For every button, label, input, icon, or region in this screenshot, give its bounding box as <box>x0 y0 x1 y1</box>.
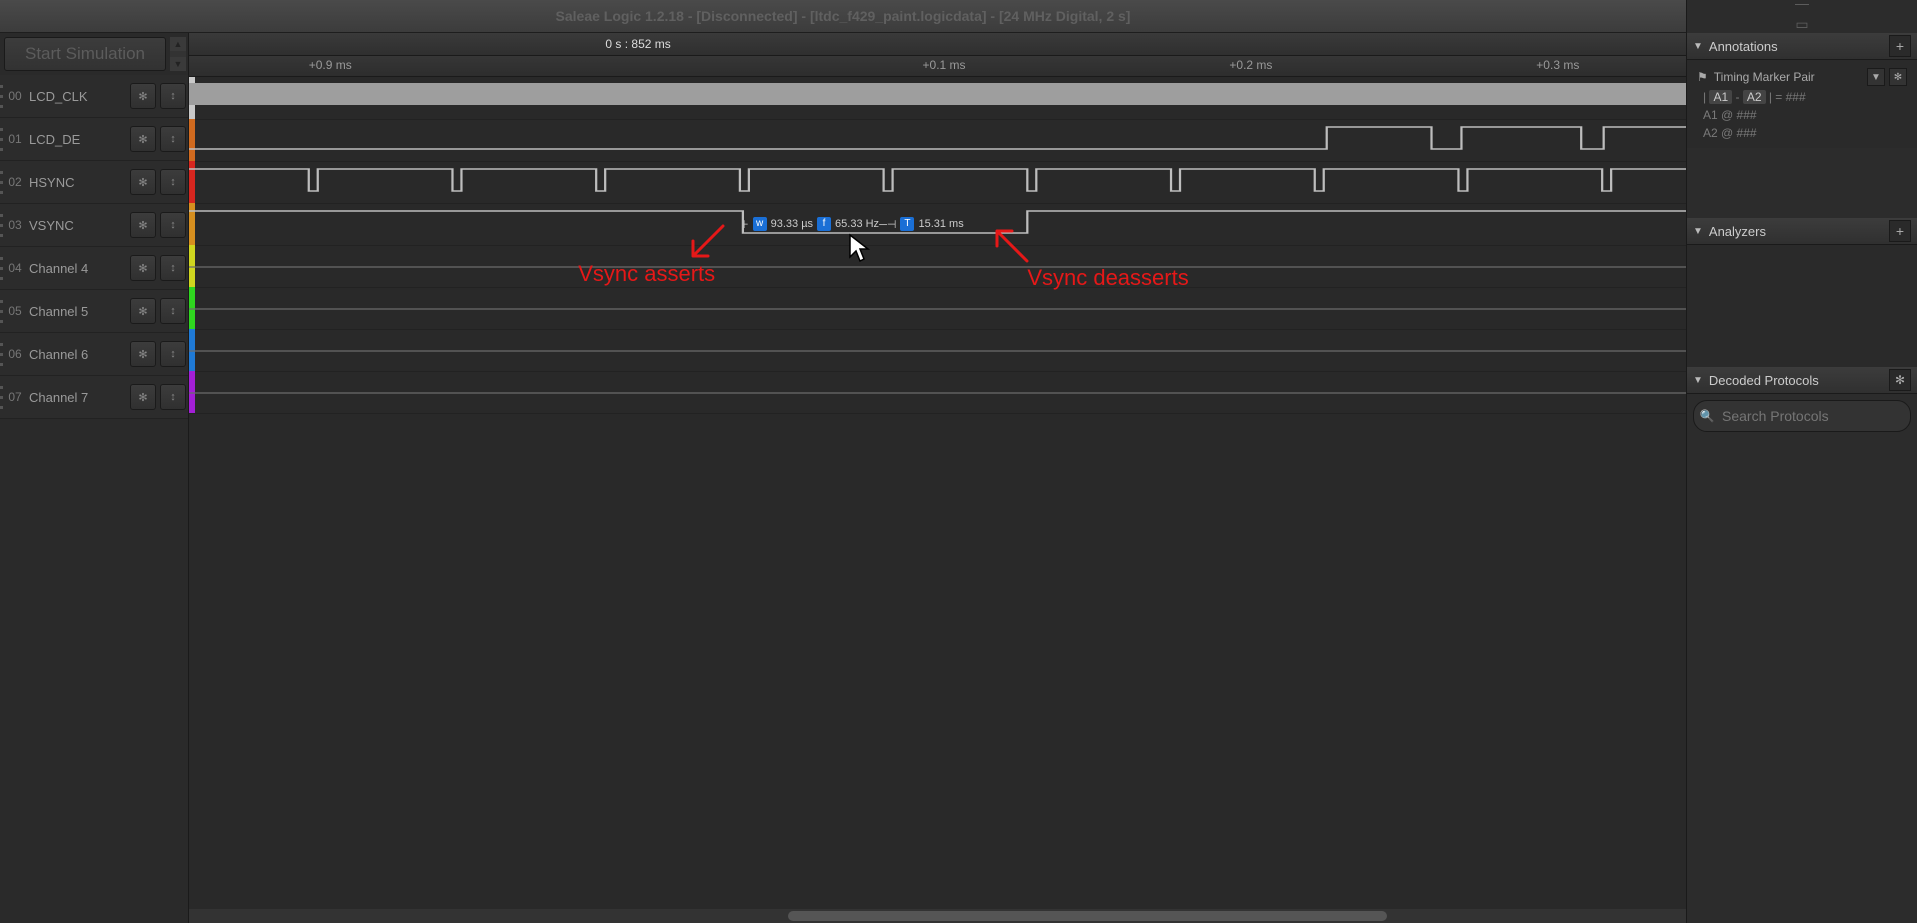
channel-index: 07 <box>3 390 25 404</box>
annotation-vsync-asserts: Vsync asserts <box>578 261 715 287</box>
channel-row[interactable]: 03VSYNC✻↕ <box>0 204 188 247</box>
minimize-button[interactable]: — <box>1788 0 1816 14</box>
channel-index: 05 <box>3 304 25 318</box>
expand-icon[interactable]: ▼ <box>1867 68 1885 86</box>
channel-settings-button[interactable]: ✻ <box>130 212 156 238</box>
channel-settings-button[interactable]: ✻ <box>130 255 156 281</box>
waveform-row[interactable] <box>189 371 1686 414</box>
add-analyzer-button[interactable]: + <box>1889 220 1911 242</box>
channel-label: LCD_DE <box>25 132 128 147</box>
protocol-search[interactable]: 🔍 <box>1693 400 1911 432</box>
channel-label: Channel 4 <box>25 261 128 276</box>
waveform-row[interactable] <box>189 77 1686 120</box>
channel-trigger-button[interactable]: ↕ <box>160 126 186 152</box>
channel-trigger-button[interactable]: ↕ <box>160 212 186 238</box>
channel-settings-button[interactable]: ✻ <box>130 126 156 152</box>
channel-index: 01 <box>3 132 25 146</box>
channel-panel: Start Simulation ▲▼ 00LCD_CLK✻↕01LCD_DE✻… <box>0 33 189 923</box>
channel-index: 06 <box>3 347 25 361</box>
analyzers-header[interactable]: ▼ Analyzers + <box>1687 218 1917 245</box>
channel-row[interactable]: 02HSYNC✻↕ <box>0 161 188 204</box>
channel-label: Channel 7 <box>25 390 128 405</box>
waveform-trace <box>189 119 1686 161</box>
waveform-trace <box>189 245 1686 287</box>
channel-settings-button[interactable]: ✻ <box>130 298 156 324</box>
waveform-row[interactable] <box>189 245 1686 288</box>
channel-row[interactable]: 00LCD_CLK✻↕ <box>0 75 188 118</box>
annotations-header[interactable]: ▼ Annotations + <box>1687 33 1917 60</box>
waveform-trace <box>189 287 1686 329</box>
waveform-row[interactable] <box>189 329 1686 372</box>
channel-settings-button[interactable]: ✻ <box>130 169 156 195</box>
waveform-trace <box>189 371 1686 413</box>
window-title: Saleae Logic 1.2.18 - [Disconnected] - [… <box>0 8 1686 24</box>
decoded-protocols-header[interactable]: ▼ Decoded Protocols ✻ <box>1687 367 1917 394</box>
channel-trigger-button[interactable]: ↕ <box>160 169 186 195</box>
channel-index: 03 <box>3 218 25 232</box>
time-cursor-label: 0 s : 852 ms <box>605 37 670 51</box>
channel-trigger-button[interactable]: ↕ <box>160 341 186 367</box>
channel-trigger-button[interactable]: ↕ <box>160 83 186 109</box>
decoded-settings-button[interactable]: ✻ <box>1889 369 1911 391</box>
channel-row[interactable]: 01LCD_DE✻↕ <box>0 118 188 161</box>
waveform-trace <box>189 161 1686 203</box>
protocol-search-input[interactable] <box>1720 407 1910 425</box>
channel-trigger-button[interactable]: ↕ <box>160 384 186 410</box>
channel-label: Channel 6 <box>25 347 128 362</box>
channel-trigger-button[interactable]: ↕ <box>160 255 186 281</box>
channel-scrollbar[interactable]: ▲▼ <box>170 37 186 71</box>
waveform-trace <box>189 329 1686 371</box>
channel-index: 02 <box>3 175 25 189</box>
horizontal-scrollbar[interactable] <box>189 909 1686 923</box>
collapse-icon: ▼ <box>1693 226 1703 237</box>
collapse-icon: ▼ <box>1693 41 1703 52</box>
channel-index: 00 <box>3 89 25 103</box>
start-simulation-button[interactable]: Start Simulation <box>4 37 166 71</box>
annotation-arrow <box>982 221 1032 274</box>
channel-label: VSYNC <box>25 218 128 233</box>
add-annotation-button[interactable]: + <box>1889 35 1911 57</box>
timing-marker-pair-row[interactable]: ⚑ Timing Marker Pair ▼✻ <box>1693 66 1911 88</box>
channel-label: Channel 5 <box>25 304 128 319</box>
side-panel: ▼ Annotations + ⚑ Timing Marker Pair ▼✻ … <box>1686 33 1917 923</box>
marker-difference: | A1 - A2 | = ### <box>1693 88 1911 106</box>
annotation-vsync-deasserts: Vsync deasserts <box>1027 265 1188 291</box>
channel-index: 04 <box>3 261 25 275</box>
time-ruler-ticks[interactable]: +0.9 ms +0.1 ms +0.2 ms +0.3 ms <box>189 56 1686 77</box>
waveform-row[interactable] <box>189 119 1686 162</box>
collapse-icon: ▼ <box>1693 375 1703 386</box>
vsync-measurement: ⊦w93.33 µsf65.33 Hz ─⊣T15.31 ms <box>743 203 964 245</box>
time-tick: +0.3 ms <box>1536 58 1579 72</box>
channel-settings-button[interactable]: ✻ <box>130 83 156 109</box>
time-ruler-primary[interactable]: 0 s : 852 ms <box>189 33 1686 56</box>
flag-icon: ⚑ <box>1697 70 1708 84</box>
channel-settings-button[interactable]: ✻ <box>130 341 156 367</box>
channel-row[interactable]: 06Channel 6✻↕ <box>0 333 188 376</box>
gear-icon[interactable]: ✻ <box>1889 68 1907 86</box>
channel-row[interactable]: 04Channel 4✻↕ <box>0 247 188 290</box>
time-tick: +0.9 ms <box>309 58 352 72</box>
marker-a1: A1 @ ### <box>1693 106 1911 124</box>
marker-a2: A2 @ ### <box>1693 124 1911 142</box>
channel-settings-button[interactable]: ✻ <box>130 384 156 410</box>
waveform-area[interactable]: 0 s : 852 ms +0.9 ms +0.1 ms +0.2 ms +0.3 m… <box>189 33 1686 923</box>
channel-label: LCD_CLK <box>25 89 128 104</box>
waveform-trace <box>189 77 1686 119</box>
search-icon: 🔍 <box>1694 409 1720 423</box>
time-tick: +0.1 ms <box>923 58 966 72</box>
time-tick: +0.2 ms <box>1229 58 1272 72</box>
channel-label: HSYNC <box>25 175 128 190</box>
channel-trigger-button[interactable]: ↕ <box>160 298 186 324</box>
waveform-row[interactable] <box>189 287 1686 330</box>
channel-row[interactable]: 07Channel 7✻↕ <box>0 376 188 419</box>
channel-row[interactable]: 05Channel 5✻↕ <box>0 290 188 333</box>
waveform-row[interactable] <box>189 161 1686 204</box>
